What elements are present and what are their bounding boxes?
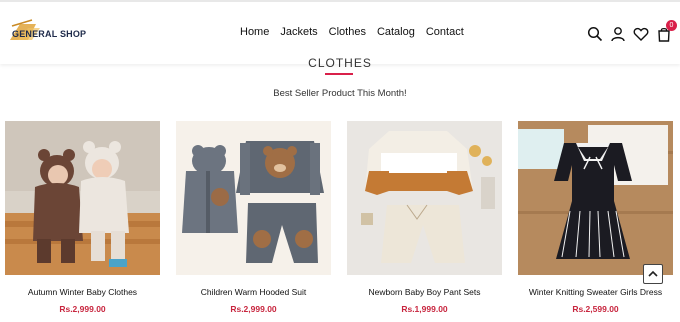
brand-name-part2: SHOP — [59, 29, 87, 39]
brand-name-part1: GENERAL — [12, 29, 58, 39]
product-price: Rs.2,599.00 — [572, 304, 619, 314]
section-subtitle: Best Seller Product This Month! — [273, 88, 407, 99]
user-icon[interactable] — [610, 26, 626, 42]
header-icons: 0 — [580, 20, 677, 42]
section-title: CLOTHES — [308, 56, 372, 67]
product-price: Rs.2,999.00 — [230, 304, 277, 314]
product-name[interactable]: Children Warm Hooded Suit — [166, 287, 341, 297]
product-card[interactable]: Children Warm Hooded Suit Rs.2,999.00 — [176, 121, 331, 314]
product-image[interactable] — [518, 121, 673, 275]
product-card[interactable]: Autumn Winter Baby Clothes Rs.2,999.00 — [5, 121, 160, 314]
nav-clothes[interactable]: Clothes — [329, 26, 366, 38]
title-underline — [325, 73, 353, 75]
site-header: GENERAL SHOP Home Jackets Clothes Catalo… — [0, 2, 680, 64]
product-image[interactable] — [347, 121, 502, 275]
chevron-up-icon — [648, 270, 658, 277]
product-image[interactable] — [176, 121, 331, 275]
scroll-to-top-button[interactable] — [643, 264, 663, 284]
product-name[interactable]: Winter Knitting Sweater Girls Dress — [508, 287, 680, 297]
nav-catalog[interactable]: Catalog — [377, 26, 415, 38]
product-name[interactable]: Newborn Baby Boy Pant Sets — [337, 287, 512, 297]
product-image[interactable] — [5, 121, 160, 275]
product-price: Rs.1,999.00 — [401, 304, 448, 314]
heart-icon[interactable] — [633, 26, 649, 42]
nav-contact[interactable]: Contact — [426, 26, 464, 38]
product-card[interactable]: Winter Knitting Sweater Girls Dress Rs.2… — [518, 121, 673, 314]
cart-count-badge: 0 — [666, 20, 677, 31]
nav-jackets[interactable]: Jackets — [280, 26, 317, 38]
cart-button[interactable]: 0 — [656, 20, 677, 42]
product-name[interactable]: Autumn Winter Baby Clothes — [0, 287, 170, 297]
nav-home[interactable]: Home — [240, 26, 269, 38]
main-nav: Home Jackets Clothes Catalog Contact — [240, 26, 475, 38]
search-icon[interactable] — [587, 26, 603, 42]
product-price: Rs.2,999.00 — [59, 304, 106, 314]
product-card[interactable]: Newborn Baby Boy Pant Sets Rs.1,999.00 — [347, 121, 502, 314]
brand-name[interactable]: GENERAL SHOP — [12, 29, 86, 39]
